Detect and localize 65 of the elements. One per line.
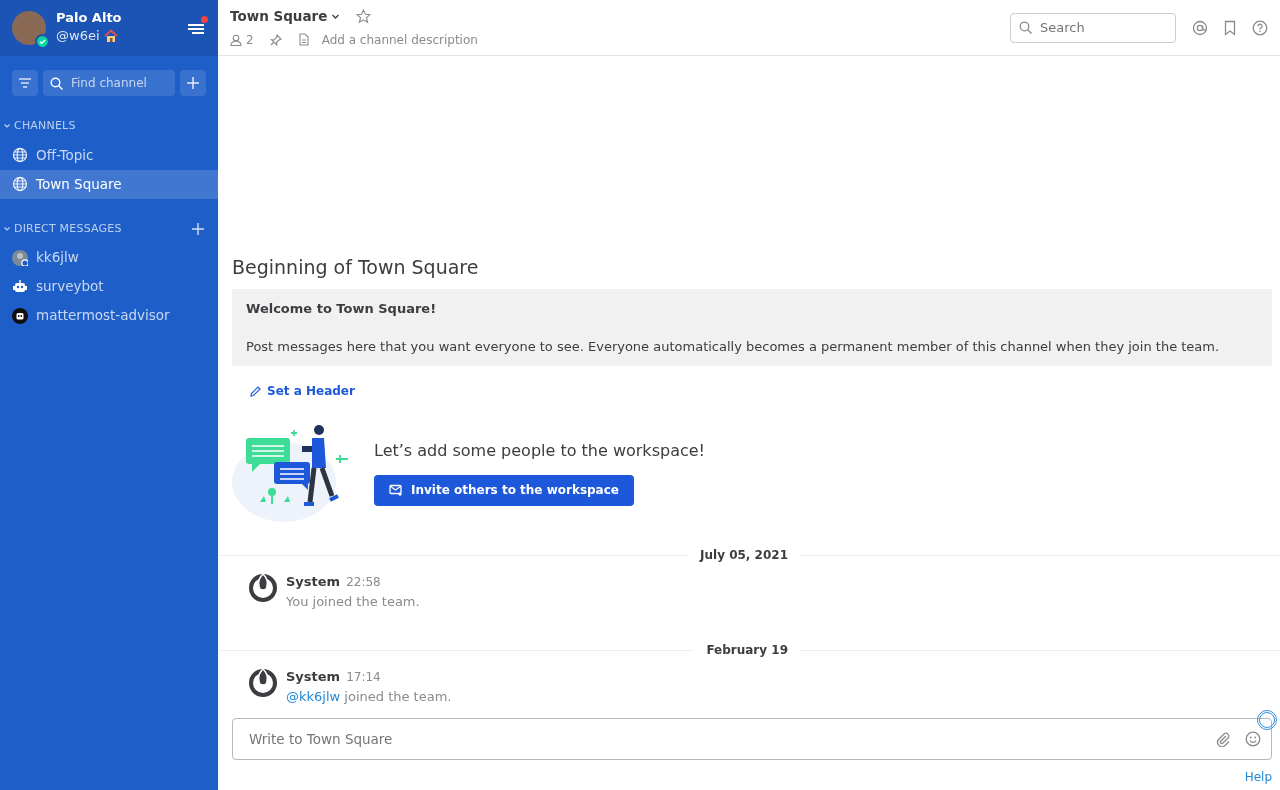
bookmark-icon bbox=[1222, 19, 1238, 36]
find-channel-box[interactable]: Find channel bbox=[43, 70, 175, 96]
invite-button[interactable]: Invite others to the workspace bbox=[374, 474, 634, 506]
envelope-icon bbox=[389, 484, 403, 496]
help-icon bbox=[1252, 19, 1268, 36]
post-text: @kk6jlw joined the team. bbox=[286, 687, 452, 706]
invite-title: Let’s add some people to the workspace! bbox=[374, 439, 705, 462]
pin-icon[interactable] bbox=[269, 33, 282, 46]
smiley-icon[interactable] bbox=[1245, 731, 1261, 747]
user-handle: @w6ei bbox=[56, 27, 100, 46]
search-icon bbox=[1019, 21, 1032, 34]
channel-item[interactable]: Town Square bbox=[0, 169, 218, 199]
help-link[interactable]: Help bbox=[1244, 768, 1272, 786]
robot-icon bbox=[12, 278, 28, 295]
mention-button[interactable] bbox=[1192, 19, 1208, 36]
filter-button[interactable] bbox=[12, 70, 38, 96]
welcome-title: Welcome to Town Square! bbox=[246, 300, 438, 318]
section-title[interactable]: CHANNELS bbox=[14, 118, 76, 135]
post-time[interactable]: 22:58 bbox=[346, 575, 381, 589]
section-title[interactable]: DIRECT MESSAGES bbox=[14, 220, 122, 237]
intro-title: Beginning of Town Square bbox=[232, 256, 480, 279]
post-author[interactable]: System bbox=[286, 669, 341, 684]
set-header-link[interactable]: Set a Header bbox=[250, 382, 355, 400]
system-logo-icon bbox=[248, 667, 278, 697]
search-box[interactable]: Search bbox=[1010, 12, 1176, 43]
user-name: Palo Alto bbox=[56, 10, 122, 27]
star-icon[interactable] bbox=[356, 9, 372, 24]
menu-icon bbox=[187, 21, 205, 36]
channel-item[interactable]: Off-Topic bbox=[0, 140, 218, 170]
add-button[interactable] bbox=[180, 70, 206, 96]
user-avatar[interactable] bbox=[12, 11, 46, 45]
plus-icon[interactable] bbox=[192, 222, 204, 235]
date-separator: February 19 bbox=[705, 642, 789, 659]
welcome-text: Post messages here that you want everyone to see. Everyone automatically becomes a permanent member of this channel when they join the team. bbox=[246, 337, 1221, 356]
filter-icon bbox=[19, 78, 31, 88]
search-icon bbox=[50, 76, 63, 90]
chevron-icon[interactable] bbox=[3, 224, 11, 233]
globe-icon bbox=[12, 176, 28, 192]
channel-description-link[interactable]: Add a channel description bbox=[321, 30, 478, 49]
date-separator: July 05, 2021 bbox=[698, 547, 789, 564]
find-channel-field[interactable]: Find channel bbox=[69, 70, 168, 96]
channel-item[interactable]: surveybot bbox=[0, 272, 218, 301]
paperclip-icon[interactable] bbox=[1215, 731, 1231, 747]
chevron-icon bbox=[331, 12, 341, 21]
post-time[interactable]: 17:14 bbox=[346, 670, 381, 684]
globe-icon bbox=[12, 147, 28, 163]
post-text: You joined the team. bbox=[286, 592, 420, 611]
mention-link[interactable]: @kk6jlw bbox=[286, 688, 341, 704]
channel-name-button[interactable]: Town Square bbox=[230, 6, 341, 27]
system-logo-icon bbox=[248, 572, 278, 602]
member-count-text: 2 bbox=[246, 31, 254, 49]
member-count[interactable]: 2 bbox=[230, 30, 254, 49]
channel-item[interactable]: mattermost-advisor bbox=[0, 301, 218, 330]
user-avatar bbox=[12, 249, 28, 266]
person-icon bbox=[230, 33, 242, 46]
help-button[interactable] bbox=[1252, 19, 1268, 36]
post-author[interactable]: System bbox=[286, 574, 341, 589]
house-icon bbox=[103, 28, 118, 43]
pencil-icon bbox=[250, 385, 261, 397]
channel-item[interactable]: kk6jlw bbox=[0, 243, 218, 272]
document-icon[interactable] bbox=[297, 33, 310, 47]
saved-button[interactable] bbox=[1222, 19, 1238, 36]
robot-icon bbox=[12, 307, 28, 324]
at-sign-icon bbox=[1192, 19, 1208, 36]
plus-icon bbox=[187, 77, 199, 89]
